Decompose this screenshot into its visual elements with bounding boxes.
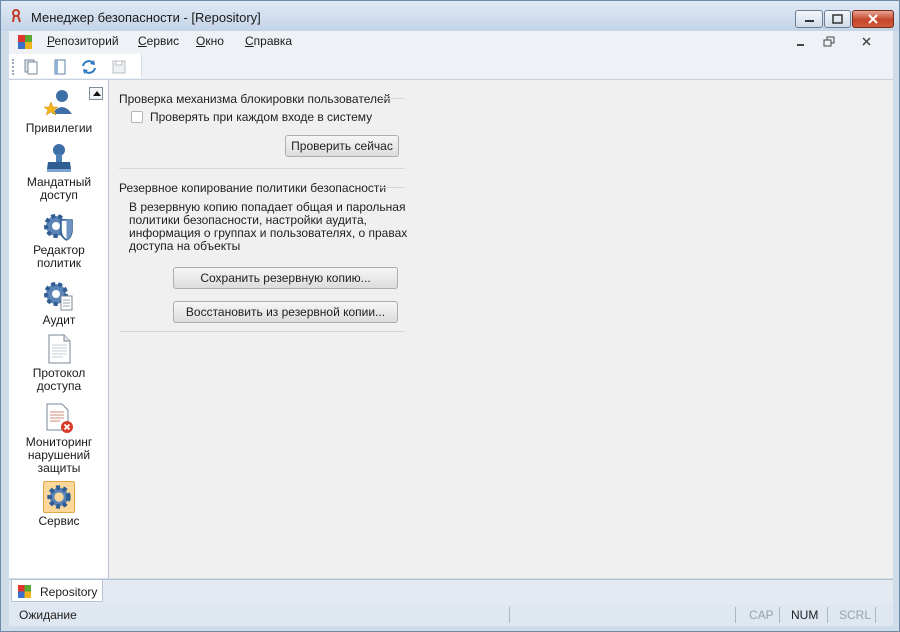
- mdi-restore-icon[interactable]: [823, 36, 835, 48]
- menu-window[interactable]: Окно: [196, 34, 224, 48]
- minimize-icon: [805, 20, 814, 22]
- check-on-login-label: Проверять при каждом входе в систему: [150, 110, 373, 124]
- navigation-sidebar: Привилегии Мандатный доступ Редактор пол…: [9, 80, 109, 578]
- app-window: Менеджер безопасности - [Repository] Реп…: [0, 0, 900, 632]
- toolbar: [9, 53, 893, 80]
- status-separator: [735, 607, 736, 623]
- menu-help[interactable]: Справка: [245, 34, 292, 48]
- service-gear-icon: [43, 481, 75, 513]
- group-divider: [379, 187, 405, 188]
- privileges-icon: [43, 90, 72, 116]
- status-text: Ожидание: [19, 608, 77, 622]
- backup-description: В резервную копию попадает общая и парол…: [129, 200, 408, 253]
- mdi-minimize-icon[interactable]: [795, 36, 807, 48]
- group-divider: [119, 168, 405, 169]
- sidebar-item-privileges[interactable]: Привилегии: [15, 88, 103, 135]
- document-tab-strip: Repository: [9, 579, 893, 604]
- tab-repository[interactable]: Repository: [11, 580, 103, 602]
- window-title: Менеджер безопасности - [Repository]: [31, 10, 261, 25]
- stamp-icon: [47, 144, 71, 172]
- backup-group-title: Резервное копирование политики безопасно…: [119, 181, 387, 195]
- main-content: Проверка механизма блокировки пользовате…: [109, 80, 893, 578]
- group-divider: [119, 331, 405, 332]
- document-icon: [48, 334, 71, 364]
- status-bar: Ожидание CAP NUM SCRL: [9, 604, 893, 626]
- menu-repository[interactable]: Репозиторий: [47, 34, 119, 48]
- toolbar-grip[interactable]: [12, 59, 16, 75]
- close-button[interactable]: [852, 10, 894, 28]
- close-icon: [868, 14, 878, 24]
- violation-doc-icon: [46, 403, 73, 433]
- menu-bar: Репозиторий Сервис Окно Справка: [9, 31, 893, 53]
- copy-doc-icon[interactable]: [22, 58, 40, 76]
- toolbar-strip: [9, 54, 142, 78]
- mdi-close-icon[interactable]: [861, 36, 873, 48]
- sidebar-item-service[interactable]: Сервис: [15, 481, 103, 528]
- maximize-button[interactable]: [824, 10, 851, 28]
- repository-logo-icon: [18, 35, 32, 49]
- check-on-login-checkbox[interactable]: [131, 111, 143, 123]
- save-backup-button[interactable]: Сохранить резервную копию...: [173, 267, 398, 289]
- audit-gear-doc-icon: [44, 282, 73, 311]
- status-separator: [509, 607, 510, 623]
- sidebar-item-policy-editor[interactable]: Редактор политик: [15, 210, 103, 270]
- save-icon[interactable]: [110, 58, 128, 76]
- document-icon[interactable]: [51, 58, 69, 76]
- refresh-icon[interactable]: [80, 58, 98, 76]
- minimize-button[interactable]: [795, 10, 823, 28]
- sidebar-item-access-log[interactable]: Протокол доступа: [15, 333, 103, 393]
- sidebar-item-violation-monitoring[interactable]: Мониторинг нарушений защиты: [15, 402, 103, 475]
- repository-logo-icon: [18, 585, 31, 598]
- menu-service[interactable]: Сервис: [138, 34, 179, 48]
- lock-check-group-title: Проверка механизма блокировки пользовате…: [119, 92, 391, 106]
- caps-lock-indicator: CAP: [749, 608, 774, 622]
- status-separator: [827, 607, 828, 623]
- restore-backup-button[interactable]: Восстановить из резервной копии...: [173, 301, 398, 323]
- maximize-icon: [832, 14, 843, 24]
- sidebar-item-audit[interactable]: Аудит: [15, 280, 103, 327]
- title-bar[interactable]: Менеджер безопасности - [Repository]: [1, 1, 899, 31]
- check-now-button[interactable]: Проверить сейчас: [285, 135, 399, 157]
- sidebar-item-mandatory-access[interactable]: Мандатный доступ: [15, 142, 103, 202]
- policy-gear-shield-icon: [44, 214, 73, 241]
- group-divider: [381, 98, 405, 99]
- status-separator: [875, 607, 876, 623]
- app-logo-icon: [12, 9, 21, 23]
- scroll-lock-indicator: SCRL: [839, 608, 872, 622]
- status-separator: [779, 607, 780, 623]
- num-lock-indicator: NUM: [791, 608, 819, 622]
